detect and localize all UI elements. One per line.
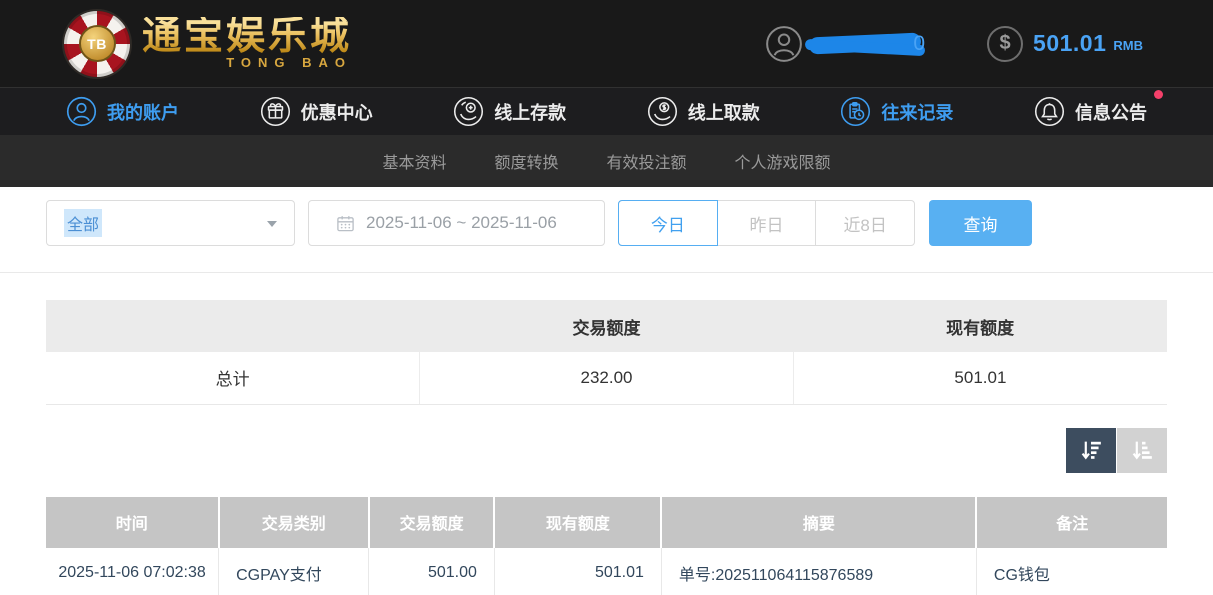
summary-col-balance: 现有额度 xyxy=(793,300,1167,352)
site-subtitle: TONG BAO xyxy=(226,55,352,70)
records-icon xyxy=(840,96,871,127)
user-account[interactable]: 0 xyxy=(765,25,925,63)
gift-icon xyxy=(260,96,291,127)
query-button[interactable]: 查询 xyxy=(929,200,1032,246)
yesterday-button[interactable]: 昨日 xyxy=(718,201,817,245)
cell-type: CGPAY支付 xyxy=(219,548,369,595)
summary-total-label: 总计 xyxy=(46,352,420,404)
cell-time: 2025-11-06 07:02:38 xyxy=(46,548,219,595)
withdraw-icon xyxy=(647,96,678,127)
cell-balance: 501.01 xyxy=(494,548,661,595)
subnav-item-game-limits[interactable]: 个人游戏限额 xyxy=(735,149,831,173)
nav-label: 优惠中心 xyxy=(301,99,373,125)
summary-col-transaction: 交易额度 xyxy=(420,300,794,352)
sort-descending-button[interactable] xyxy=(1066,428,1116,473)
summary-header-row: 交易额度 现有额度 xyxy=(46,300,1167,352)
top-header: TB 通宝娱乐城 TONG BAO 0 $ 501.01 RMB xyxy=(0,0,1213,87)
chevron-down-icon xyxy=(267,221,277,227)
date-range-input[interactable]: 2025-11-06 ~ 2025-11-06 xyxy=(308,200,605,246)
balance-amount: 501.01 xyxy=(1033,30,1106,57)
nav-item-announcements[interactable]: 信息公告 xyxy=(1034,96,1147,127)
records-content: 全部 2025-11-06 ~ 2025-11-06 今日 昨日 近8日 查询 xyxy=(0,187,1213,595)
quick-date-button-group: 今日 昨日 近8日 xyxy=(618,200,915,246)
nav-item-deposit[interactable]: 线上存款 xyxy=(453,96,566,127)
cell-remark: CG钱包 xyxy=(976,548,1167,595)
col-time: 时间 xyxy=(46,497,219,548)
summary-total-row: 总计 232.00 501.01 xyxy=(46,352,1167,404)
site-title: 通宝娱乐城 xyxy=(142,17,352,58)
nav-label: 线上取款 xyxy=(688,99,760,125)
logo-text: 通宝娱乐城 TONG BAO xyxy=(142,17,352,70)
username-visible-suffix: 0 xyxy=(913,32,925,56)
subnav-item-basic-info[interactable]: 基本资料 xyxy=(382,149,446,173)
casino-chip-icon: TB xyxy=(64,11,130,77)
user-icon xyxy=(66,96,97,127)
cell-summary: 单号:202511064115876589 xyxy=(661,548,976,595)
col-balance: 现有额度 xyxy=(494,497,661,548)
main-navigation: 我的账户 优惠中心 线上存款 线上取款 xyxy=(0,87,1213,135)
sort-controls xyxy=(46,428,1167,473)
summary-balance-total: 501.01 xyxy=(793,352,1167,404)
notification-badge-dot xyxy=(1154,90,1163,99)
last-8-days-button[interactable]: 近8日 xyxy=(816,201,914,245)
deposit-icon xyxy=(453,96,484,127)
nav-item-records[interactable]: 往来记录 xyxy=(840,96,953,127)
dollar-icon: $ xyxy=(987,26,1023,62)
nav-item-my-account[interactable]: 我的账户 xyxy=(66,96,179,127)
wallet-balance[interactable]: $ 501.01 RMB xyxy=(987,26,1143,62)
today-button[interactable]: 今日 xyxy=(619,201,718,245)
chip-monogram: TB xyxy=(79,25,116,62)
bell-icon xyxy=(1034,96,1065,127)
col-summary: 摘要 xyxy=(661,497,976,548)
nav-label: 往来记录 xyxy=(881,99,953,125)
col-type: 交易类别 xyxy=(219,497,369,548)
filter-toolbar: 全部 2025-11-06 ~ 2025-11-06 今日 昨日 近8日 查询 xyxy=(46,200,1167,246)
nav-label: 我的账户 xyxy=(107,99,179,125)
cell-amount: 501.00 xyxy=(369,548,495,595)
subnav-item-credit-transfer[interactable]: 额度转换 xyxy=(494,149,558,173)
subnav-item-valid-bets[interactable]: 有效投注额 xyxy=(607,149,687,173)
selected-type-value: 全部 xyxy=(64,209,102,237)
censored-username-scribble xyxy=(809,33,921,55)
date-range-value: 2025-11-06 ~ 2025-11-06 xyxy=(366,213,557,233)
nav-item-withdraw[interactable]: 线上取款 xyxy=(647,96,760,127)
header-right: 0 $ 501.01 RMB xyxy=(765,25,1143,63)
summary-transaction-total: 232.00 xyxy=(420,352,794,404)
user-avatar-icon xyxy=(765,25,803,63)
sort-ascending-button[interactable] xyxy=(1117,428,1167,473)
balance-currency: RMB xyxy=(1113,34,1143,53)
summary-table: 交易额度 现有额度 总计 232.00 501.01 xyxy=(46,300,1167,405)
transactions-table: 时间 交易类别 交易额度 现有额度 摘要 备注 2025-11-06 07:02… xyxy=(46,497,1167,595)
nav-label: 线上存款 xyxy=(494,99,566,125)
nav-item-promotions[interactable]: 优惠中心 xyxy=(260,96,373,127)
nav-label: 信息公告 xyxy=(1075,99,1147,125)
transactions-header-row: 时间 交易类别 交易额度 现有额度 摘要 备注 xyxy=(46,497,1167,548)
transaction-type-select[interactable]: 全部 xyxy=(46,200,295,246)
sort-asc-icon xyxy=(1129,437,1156,464)
account-subnav: 基本资料 额度转换 有效投注额 个人游戏限额 xyxy=(0,135,1213,187)
col-remark: 备注 xyxy=(976,497,1167,548)
summary-empty-header xyxy=(46,300,420,352)
sort-desc-icon xyxy=(1078,437,1105,464)
section-divider xyxy=(0,272,1213,273)
transaction-row: 2025-11-06 07:02:38 CGPAY支付 501.00 501.0… xyxy=(46,548,1167,595)
calendar-icon xyxy=(336,214,355,233)
col-amount: 交易额度 xyxy=(369,497,495,548)
site-logo[interactable]: TB 通宝娱乐城 TONG BAO xyxy=(64,11,352,77)
